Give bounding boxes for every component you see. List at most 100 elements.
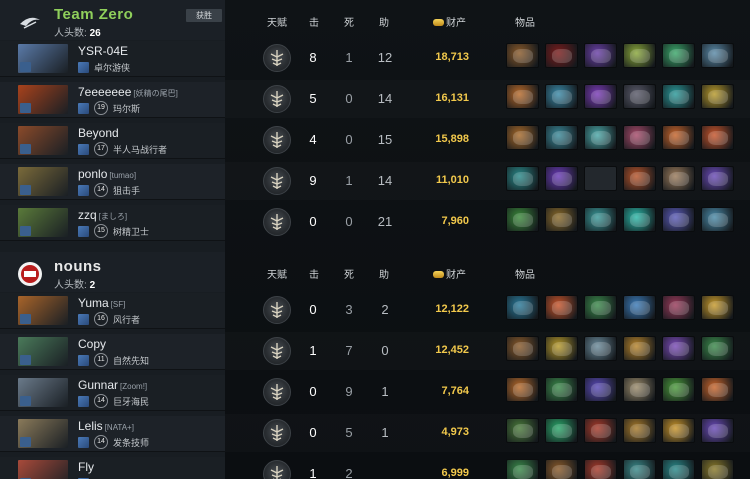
item-icon[interactable]	[506, 377, 539, 402]
item-icon[interactable]	[662, 336, 695, 361]
item-icon[interactable]	[662, 418, 695, 443]
item-icon[interactable]	[545, 166, 578, 191]
rank-medal-icon	[20, 103, 31, 113]
item-icon[interactable]	[623, 377, 656, 402]
stats-row: 5 0 14 16,131	[225, 80, 750, 118]
kills-value: 0	[309, 425, 317, 440]
player-name-text: Copy	[78, 337, 107, 351]
item-icon[interactable]	[506, 84, 539, 109]
item-icon[interactable]	[584, 459, 617, 479]
item-icon[interactable]	[701, 84, 734, 109]
player-row[interactable]: 7eeeeeee [妖精の尾巴] 19 玛尔斯	[0, 82, 225, 118]
player-row[interactable]: Beyond 17 半人马战行者	[0, 123, 225, 159]
item-icon[interactable]	[623, 43, 656, 68]
item-icon[interactable]	[545, 377, 578, 402]
item-icon[interactable]	[701, 336, 734, 361]
team-header: nouns 人头数: 2	[0, 252, 225, 292]
item-icon[interactable]	[506, 43, 539, 68]
item-slots	[506, 43, 740, 71]
item-icon[interactable]	[545, 43, 578, 68]
item-icon[interactable]	[545, 207, 578, 232]
item-icon[interactable]	[584, 43, 617, 68]
item-icon[interactable]	[623, 84, 656, 109]
item-icon[interactable]	[662, 207, 695, 232]
talent-tree-icon[interactable]	[263, 419, 291, 447]
talent-tree-icon[interactable]	[263, 337, 291, 365]
empty-item-slot[interactable]	[584, 166, 617, 191]
hero-name: 半人马战行者	[113, 144, 168, 155]
item-icon[interactable]	[584, 125, 617, 150]
talent-tree-icon[interactable]	[263, 126, 291, 154]
item-icon[interactable]	[506, 207, 539, 232]
item-icon[interactable]	[662, 295, 695, 320]
item-icon[interactable]	[662, 459, 695, 479]
item-icon[interactable]	[545, 84, 578, 109]
item-icon[interactable]	[506, 295, 539, 320]
talent-tree-icon[interactable]	[263, 208, 291, 236]
talent-tree-icon[interactable]	[263, 44, 291, 72]
player-row[interactable]: ponlo [tumao] 14 狙击手	[0, 164, 225, 200]
item-icon[interactable]	[623, 418, 656, 443]
player-row[interactable]: Gunnar [Zoom!] 14 巨牙海民	[0, 375, 225, 411]
talent-tree-icon[interactable]	[263, 296, 291, 324]
item-icon[interactable]	[506, 418, 539, 443]
item-icon[interactable]	[545, 459, 578, 479]
item-icon[interactable]	[701, 418, 734, 443]
networth-value: 12,452	[435, 344, 469, 356]
networth-value: 4,973	[441, 426, 469, 438]
item-icon[interactable]	[623, 295, 656, 320]
item-icon[interactable]	[623, 336, 656, 361]
player-name: Gunnar [Zoom!]	[78, 378, 147, 392]
item-icon[interactable]	[506, 459, 539, 479]
team-name: Team Zero	[54, 6, 134, 23]
item-icon[interactable]	[584, 418, 617, 443]
player-row[interactable]: Fly	[0, 457, 225, 479]
role-icon	[78, 436, 89, 448]
item-icon[interactable]	[701, 459, 734, 479]
item-icon[interactable]	[701, 207, 734, 232]
item-icon[interactable]	[545, 418, 578, 443]
item-icon[interactable]	[506, 125, 539, 150]
talent-tree-icon[interactable]	[263, 167, 291, 195]
talent-tree-icon[interactable]	[263, 378, 291, 406]
item-icon[interactable]	[506, 336, 539, 361]
talent-tree-icon[interactable]	[263, 460, 291, 479]
player-row[interactable]: Lelis [NATA+] 14 发条技师	[0, 416, 225, 452]
item-icon[interactable]	[701, 377, 734, 402]
deaths-value: 1	[345, 173, 353, 188]
player-row[interactable]: Yuma [SF] 16 风行者	[0, 293, 225, 329]
item-icon[interactable]	[545, 295, 578, 320]
item-icon[interactable]	[584, 295, 617, 320]
kills-value: 8	[309, 50, 317, 65]
talent-tree-icon[interactable]	[263, 85, 291, 113]
networth-value: 18,713	[435, 51, 469, 63]
item-icon[interactable]	[623, 207, 656, 232]
player-name: ponlo [tumao]	[78, 167, 136, 181]
item-icon[interactable]	[623, 125, 656, 150]
item-icon[interactable]	[545, 336, 578, 361]
player-row[interactable]: YSR-04E 卓尔游侠	[0, 41, 225, 77]
item-icon[interactable]	[662, 125, 695, 150]
item-icon[interactable]	[584, 377, 617, 402]
item-icon[interactable]	[623, 459, 656, 479]
assists-value: 2	[381, 302, 389, 317]
item-icon[interactable]	[701, 125, 734, 150]
item-icon[interactable]	[584, 336, 617, 361]
item-icon[interactable]	[662, 84, 695, 109]
item-icon[interactable]	[506, 166, 539, 191]
item-icon[interactable]	[701, 295, 734, 320]
item-icon[interactable]	[584, 84, 617, 109]
deaths-value: 0	[345, 91, 353, 106]
item-icon[interactable]	[662, 166, 695, 191]
item-icon[interactable]	[662, 377, 695, 402]
player-row[interactable]: Copy 11 自然先知	[0, 334, 225, 370]
item-icon[interactable]	[623, 166, 656, 191]
item-icon[interactable]	[584, 207, 617, 232]
item-icon[interactable]	[662, 43, 695, 68]
stats-row: 4 0 15 15,898	[225, 121, 750, 159]
item-icon[interactable]	[701, 43, 734, 68]
player-row[interactable]: zzq [ましろ] 15 树精卫士	[0, 205, 225, 241]
player-panel: Team Zero 人头数: 26 获胜 YSR-04E 卓尔游侠 7eeeeeee [妖精…	[0, 0, 225, 479]
item-icon[interactable]	[701, 166, 734, 191]
item-icon[interactable]	[545, 125, 578, 150]
